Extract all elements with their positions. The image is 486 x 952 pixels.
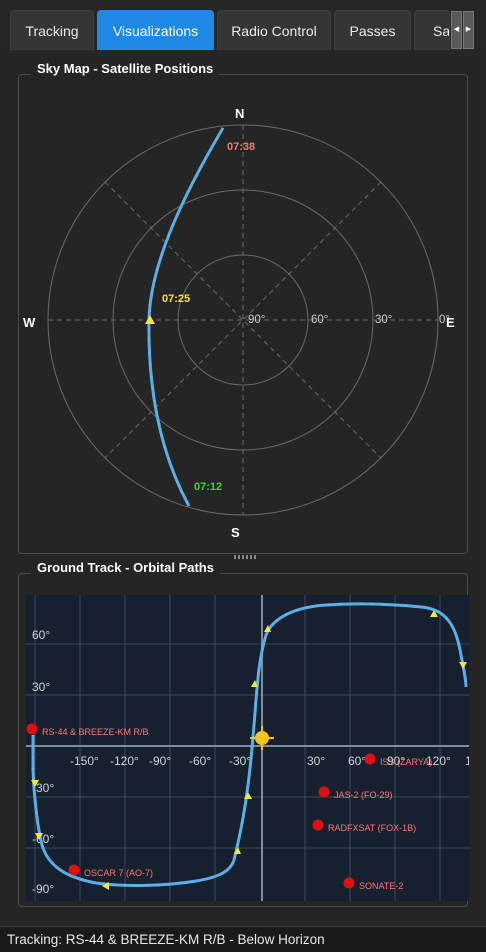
south-label: S xyxy=(231,525,240,540)
tab-scroll-buttons: ◀ ▶ xyxy=(451,11,475,49)
tab-tracking[interactable]: Tracking xyxy=(10,10,94,50)
lon-label-minus90: -90° xyxy=(149,754,171,768)
sky-map-canvas[interactable]: N S E W 90° 60° 30° 0° 07:38 07:25 07:12 xyxy=(18,74,468,554)
aos-time-label: 07:12 xyxy=(194,481,222,493)
lat-label-60: 60° xyxy=(32,628,50,642)
ring-label-60: 60° xyxy=(311,314,328,326)
satellite-marker-fo29[interactable] xyxy=(318,786,330,798)
lat-label-minus90: -90° xyxy=(32,882,54,896)
satellite-marker-ao7[interactable] xyxy=(68,864,80,876)
lon-label-minus150: -150° xyxy=(70,754,99,768)
panel-splitter[interactable] xyxy=(234,555,256,559)
satellite-marker-sonate2[interactable] xyxy=(343,877,355,889)
lon-label-minus30: -30° xyxy=(229,754,251,768)
chevron-right-icon[interactable]: ▶ xyxy=(463,11,474,49)
lon-label-30: 30° xyxy=(307,754,325,768)
satellite-marker-fox1b[interactable] xyxy=(312,819,324,831)
lat-label-30: 30° xyxy=(32,680,50,694)
sky-direction-marker xyxy=(145,315,155,324)
lon-label-150: 1 xyxy=(465,754,469,768)
satellite-marker-rs44[interactable] xyxy=(26,723,38,735)
ground-track-map[interactable]: 60° 30° -30° -60° -90° -150° -120° -90° … xyxy=(26,595,469,901)
map-background xyxy=(26,595,469,901)
satellite-label-fo29: JAS-2 (FO-29) xyxy=(334,790,393,800)
satellite-label-fox1b: RADFXSAT (FOX-1B) xyxy=(328,823,416,833)
ring-label-90: 90° xyxy=(248,314,265,326)
lon-label-minus60: -60° xyxy=(189,754,211,768)
los-time-label: 07:38 xyxy=(227,141,255,153)
lon-label-60: 60° xyxy=(348,754,366,768)
tab-satellites[interactable]: Satellites xyxy=(414,10,450,50)
tab-radio-control[interactable]: Radio Control xyxy=(217,10,331,50)
north-label: N xyxy=(235,106,244,121)
ground-track-title: Ground Track - Orbital Paths xyxy=(31,560,220,576)
sky-pass-track xyxy=(147,127,225,507)
chevron-left-icon[interactable]: ◀ xyxy=(451,11,462,49)
ring-label-0: 0° xyxy=(439,314,450,326)
sky-pass-track-dots xyxy=(148,127,224,507)
status-bar: Tracking: RS-44 & BREEZE-KM R/B - Below … xyxy=(0,926,486,952)
satellite-label-rs44: RS-44 & BREEZE-KM R/B xyxy=(42,727,149,737)
ring-label-30: 30° xyxy=(375,314,392,326)
satellite-label-sonate2: SONATE-2 xyxy=(359,881,403,891)
tab-passes[interactable]: Passes xyxy=(334,10,411,50)
max-elevation-time-label: 07:25 xyxy=(162,293,190,305)
satellite-marker-iss[interactable] xyxy=(364,753,376,765)
status-text: Tracking: RS-44 & BREEZE-KM R/B - Below … xyxy=(7,932,325,947)
lon-label-minus120: -120° xyxy=(110,754,139,768)
west-label: W xyxy=(23,315,36,330)
tab-visualizations[interactable]: Visualizations xyxy=(97,10,214,50)
satellite-label-ao7: OSCAR 7 (AO-7) xyxy=(84,868,153,878)
satellite-label-iss: ISS (ZARYA) xyxy=(380,757,432,767)
tab-bar: Tracking Visualizations Radio Control Pa… xyxy=(0,0,486,54)
